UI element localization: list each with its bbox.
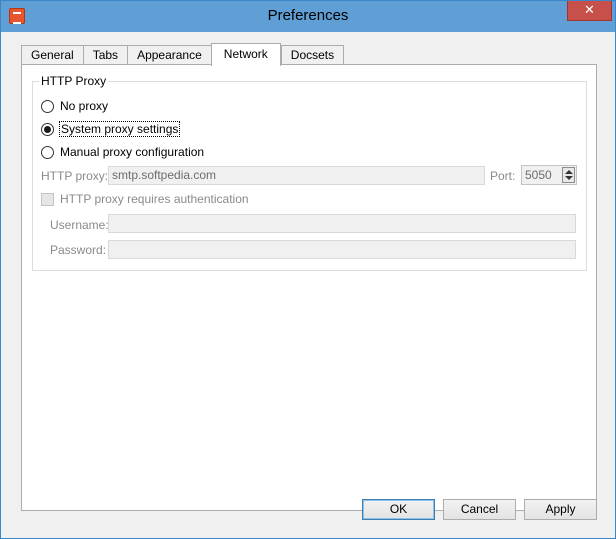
port-value: 5050 [525, 168, 552, 182]
no-proxy-option[interactable]: No proxy [41, 98, 108, 114]
tab-docsets[interactable]: Docsets [280, 45, 345, 65]
auth-option[interactable]: HTTP proxy requires authentication [41, 192, 249, 206]
apply-button[interactable]: Apply [524, 499, 597, 520]
window-title: Preferences [267, 7, 349, 24]
group-title: HTTP Proxy [39, 74, 109, 88]
title-bar: Preferences ✕ [1, 1, 615, 32]
tab-appearance[interactable]: Appearance [127, 45, 211, 65]
manual-proxy-option[interactable]: Manual proxy configuration [41, 144, 204, 160]
http-proxy-input[interactable]: smtp.softpedia.com [108, 166, 485, 185]
password-input[interactable] [108, 240, 576, 259]
http-proxy-group: HTTP Proxy No proxy System proxy setting… [32, 74, 587, 271]
manual-proxy-radio[interactable] [41, 145, 54, 159]
dialog-content: General Tabs Appearance Network Docsets … [8, 32, 608, 532]
port-spinner[interactable]: 5050 [521, 165, 577, 185]
tab-bar: General Tabs Appearance Network Docsets [21, 43, 345, 66]
password-label: Password: [50, 243, 107, 257]
username-input[interactable] [108, 214, 576, 233]
preferences-window: Preferences ✕ General Tabs Appearance Ne… [0, 0, 616, 539]
ok-button[interactable]: OK [362, 499, 435, 520]
auth-checkbox[interactable] [41, 192, 54, 206]
manual-proxy-label: Manual proxy configuration [60, 145, 205, 159]
http-proxy-label: HTTP proxy: [41, 169, 109, 183]
system-proxy-option[interactable]: System proxy settings [41, 121, 181, 137]
port-label: Port: [490, 169, 516, 183]
close-icon[interactable]: ✕ [567, 1, 612, 21]
tab-tabs[interactable]: Tabs [82, 45, 128, 65]
username-label: Username: [50, 218, 109, 232]
port-spin-buttons[interactable] [562, 167, 575, 183]
tab-general[interactable]: General [21, 45, 83, 65]
no-proxy-radio[interactable] [41, 99, 54, 113]
cancel-button[interactable]: Cancel [443, 499, 516, 520]
system-proxy-radio[interactable] [41, 122, 54, 136]
no-proxy-label: No proxy [60, 99, 109, 113]
tab-network[interactable]: Network [210, 43, 281, 66]
system-proxy-label: System proxy settings [58, 121, 181, 137]
spin-up-icon[interactable] [565, 170, 573, 174]
auth-label: HTTP proxy requires authentication [60, 192, 249, 206]
spin-down-icon[interactable] [565, 176, 573, 180]
network-tab-panel: HTTP Proxy No proxy System proxy setting… [21, 64, 597, 511]
